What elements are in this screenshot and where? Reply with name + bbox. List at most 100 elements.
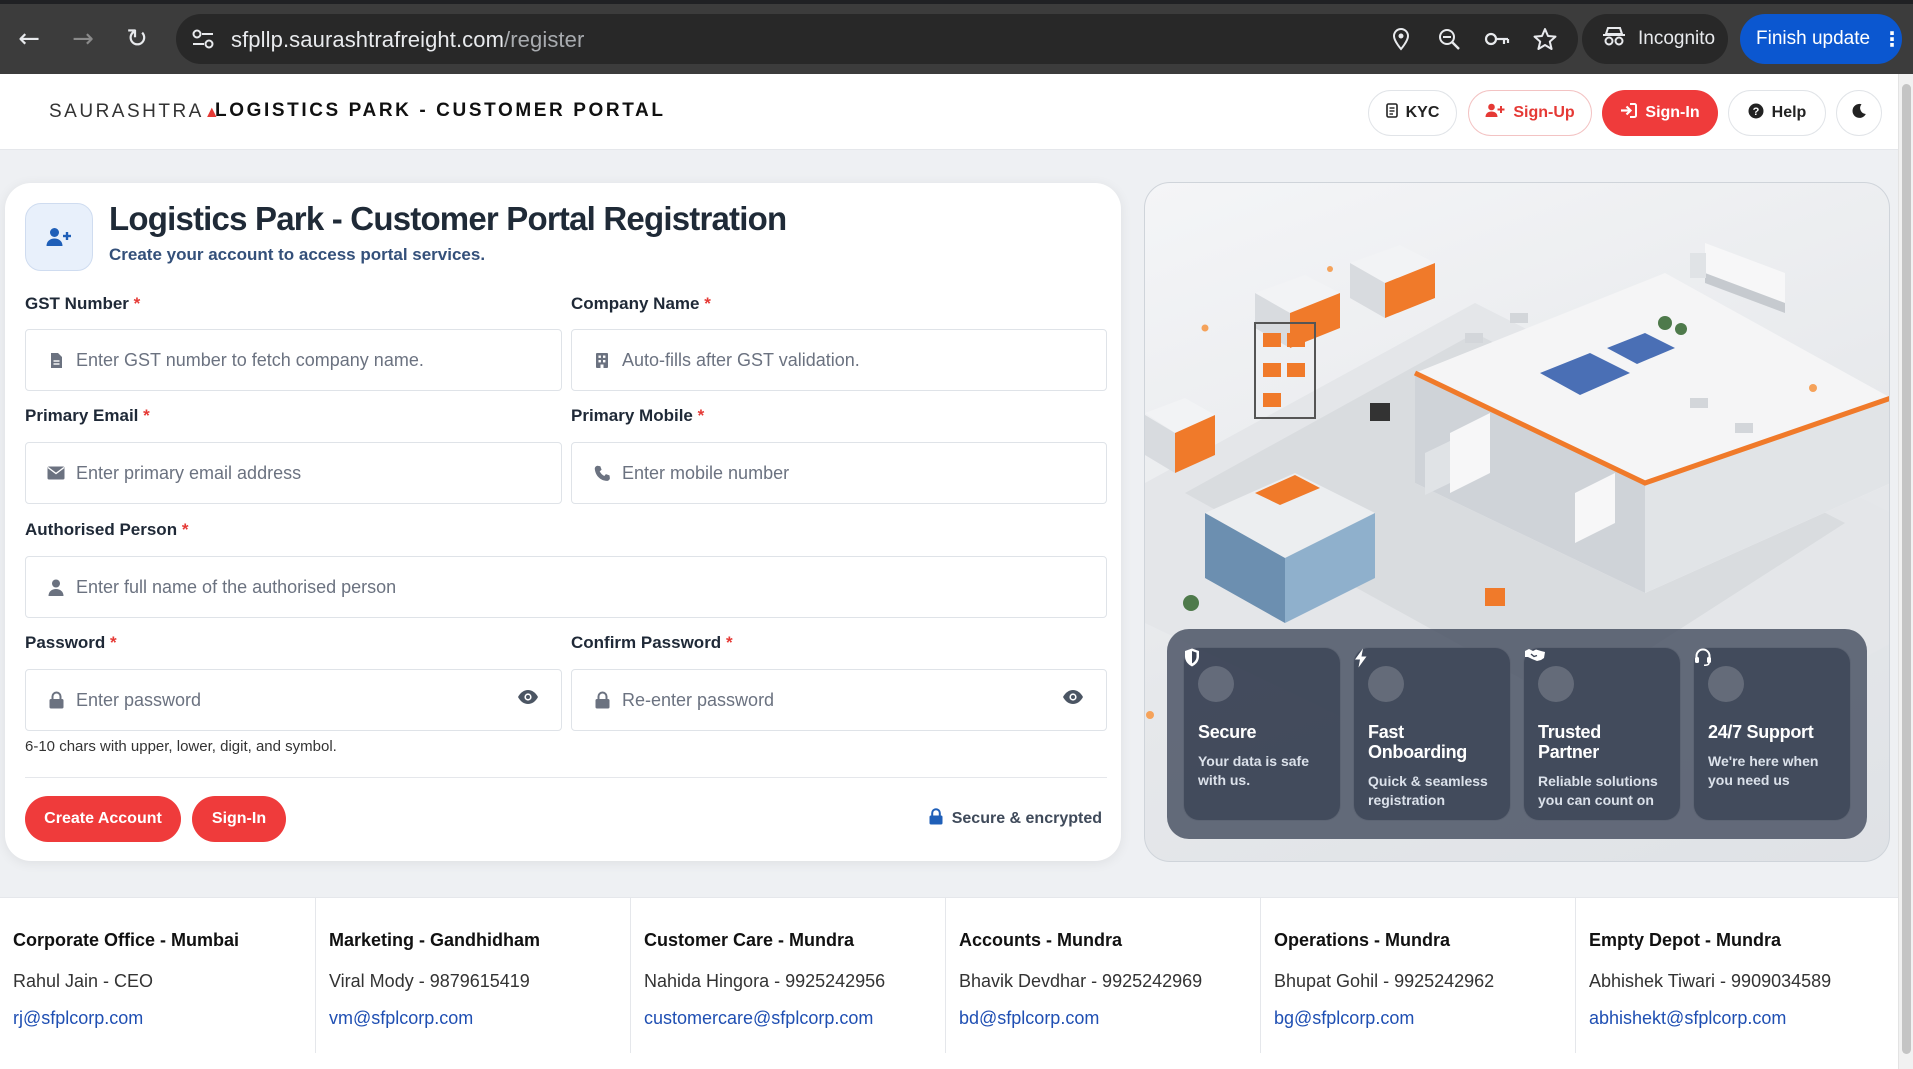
eye-icon[interactable]	[517, 689, 539, 710]
footer-contact-person: Abhishek Tiwari - 9909034589	[1589, 971, 1832, 991]
page-scrollbar[interactable]	[1898, 74, 1913, 1069]
feature-desc: Your data is safe with us.	[1198, 753, 1310, 788]
password-placeholder: Enter password	[76, 689, 202, 710]
company-label: Company Name *	[571, 294, 711, 314]
footer-contact-column: Marketing - Gandhidham Viral Mody - 9879…	[315, 898, 630, 1053]
building-icon	[590, 352, 614, 369]
document-icon	[1385, 103, 1398, 123]
required-mark: *	[704, 294, 711, 313]
footer-contact-column: Empty Depot - Mundra Abhishek Tiwari - 9…	[1575, 898, 1890, 1053]
feature-card: Trusted Partner Reliable solutions you c…	[1523, 647, 1681, 821]
footer-email-link[interactable]: customercare@sfplcorp.com	[644, 1008, 873, 1029]
email-input[interactable]: Enter primary email address	[25, 442, 562, 504]
footer-office-title: Accounts - Mundra	[959, 930, 1123, 950]
required-mark: *	[143, 406, 150, 425]
required-mark: *	[181, 520, 189, 539]
footer-email-link[interactable]: vm@sfplcorp.com	[329, 1008, 473, 1029]
lock-icon	[590, 691, 614, 709]
signin-header-label: Sign-In	[1645, 104, 1700, 121]
authorised-person-input[interactable]: Enter full name of the authorised person	[25, 556, 1107, 618]
lock-icon	[44, 691, 68, 709]
reload-icon[interactable]: ↻	[120, 22, 154, 56]
brand-logo-text: SAURASHTRA	[49, 101, 204, 122]
gst-input[interactable]: Enter GST number to fetch company name.	[25, 329, 562, 391]
forward-icon[interactable]: →	[66, 22, 100, 56]
footer-contact-column: Accounts - Mundra Bhavik Devdhar - 99252…	[945, 898, 1260, 1053]
password-input[interactable]: Enter password	[25, 669, 562, 731]
footer-contact-column: Customer Care - Mundra Nahida Hingora - …	[630, 898, 945, 1053]
moon-icon	[1851, 103, 1867, 124]
gst-placeholder: Enter GST number to fetch company name.	[76, 349, 424, 370]
help-button[interactable]: ? Help	[1728, 90, 1826, 136]
brand-logo[interactable]: SAURASHTRA▲	[49, 101, 222, 123]
feature-title: Trusted Partner	[1538, 722, 1601, 762]
footer-email-link[interactable]: bg@sfplcorp.com	[1274, 1008, 1414, 1029]
signup-button[interactable]: Sign-Up	[1468, 90, 1592, 136]
site-settings-icon[interactable]	[190, 27, 216, 51]
lock-icon	[929, 808, 943, 830]
company-placeholder: Auto-fills after GST validation.	[622, 349, 860, 370]
signin-button[interactable]: Sign-In	[192, 796, 286, 842]
kyc-button[interactable]: KYC	[1368, 90, 1457, 136]
portal-title: LOGISTICS PARK - CUSTOMER PORTAL	[215, 100, 666, 121]
signup-label: Sign-Up	[1513, 104, 1575, 121]
confirm-placeholder: Re-enter password	[622, 689, 775, 710]
footer-office-title: Customer Care - Mundra	[644, 930, 855, 950]
feature-desc: Quick & seamless registration	[1368, 773, 1488, 808]
footer-office-title: Marketing - Gandhidham	[329, 930, 541, 950]
feature-desc: Reliable solutions you can count on	[1538, 773, 1658, 808]
eye-icon[interactable]	[1062, 689, 1084, 710]
footer-contact-person: Bhupat Gohil - 9925242962	[1274, 971, 1495, 991]
feature-card: Fast Onboarding Quick & seamless registr…	[1353, 647, 1511, 821]
scrollbar-thumb[interactable]	[1902, 84, 1911, 1054]
secure-note-text: Secure & encrypted	[951, 810, 1102, 827]
footer-contact-person: Nahida Hingora - 9925242956	[644, 971, 886, 991]
url-host: sfpllp.saurashtrafreight.com	[231, 27, 505, 52]
feature-title: Fast Onboarding	[1368, 722, 1467, 762]
theme-toggle-button[interactable]	[1836, 90, 1882, 136]
mobile-input[interactable]: Enter mobile number	[571, 442, 1107, 504]
address-bar[interactable]: sfpllp.saurashtrafreight.com/register	[176, 14, 1578, 64]
zoom-icon[interactable]	[1436, 26, 1462, 52]
footer-email-link[interactable]: bd@sfplcorp.com	[959, 1008, 1099, 1029]
phone-icon	[590, 465, 614, 482]
headset-icon	[1695, 648, 1744, 702]
confirm-password-input[interactable]: Re-enter password	[571, 669, 1107, 731]
feature-card: Secure Your data is safe with us.	[1183, 647, 1341, 821]
person-label-text: Authorised Person	[25, 520, 178, 539]
finish-update-button[interactable]: Finish update ⋮	[1740, 14, 1902, 64]
required-mark: *	[133, 294, 141, 313]
site-header: SAURASHTRA▲ LOGISTICS PARK - CUSTOMER PO…	[0, 74, 1898, 150]
password-hint: 6-10 chars with upper, lower, digit, and…	[25, 738, 337, 755]
footer-email-link[interactable]: rj@sfplcorp.com	[13, 1008, 143, 1029]
url-text[interactable]: sfpllp.saurashtrafreight.com/register	[231, 27, 584, 53]
back-icon[interactable]: ←	[12, 22, 46, 56]
bolt-icon	[1355, 648, 1404, 702]
footer-email-link[interactable]: abhishekt@sfplcorp.com	[1589, 1008, 1786, 1029]
features-panel: Secure Your data is safe with us. Fast O…	[1167, 629, 1867, 839]
star-icon[interactable]	[1532, 26, 1558, 52]
file-icon	[44, 352, 68, 369]
incognito-icon	[1602, 25, 1626, 53]
email-label: Primary Email *	[25, 406, 150, 426]
footer-contact-column: Corporate Office - Mumbai Rahul Jain - C…	[0, 898, 315, 1053]
feature-title: Secure	[1198, 722, 1257, 742]
footer-contact-person: Bhavik Devdhar - 9925242969	[959, 971, 1203, 991]
signin-header-button[interactable]: Sign-In	[1602, 90, 1718, 136]
feature-card: 24/7 Support We're here when you need us	[1693, 647, 1851, 821]
page-title: Logistics Park - Customer Portal Registr…	[109, 200, 787, 237]
registration-card: Logistics Park - Customer Portal Registr…	[5, 183, 1121, 861]
required-mark: *	[697, 406, 705, 425]
user-icon	[44, 579, 68, 596]
create-account-button[interactable]: Create Account	[25, 796, 181, 842]
incognito-indicator[interactable]: Incognito	[1582, 14, 1728, 64]
more-vert-icon[interactable]: ⋮	[1882, 27, 1902, 52]
handshake-icon	[1525, 649, 1574, 702]
sign-in-icon	[1620, 103, 1638, 123]
key-icon[interactable]	[1484, 26, 1510, 52]
company-input[interactable]: Auto-fills after GST validation.	[571, 329, 1107, 391]
footer-contacts: Corporate Office - Mumbai Rahul Jain - C…	[0, 897, 1898, 1069]
location-icon[interactable]	[1388, 26, 1414, 52]
incognito-label: Incognito	[1638, 28, 1716, 49]
footer-office-title: Operations - Mundra	[1274, 930, 1451, 950]
